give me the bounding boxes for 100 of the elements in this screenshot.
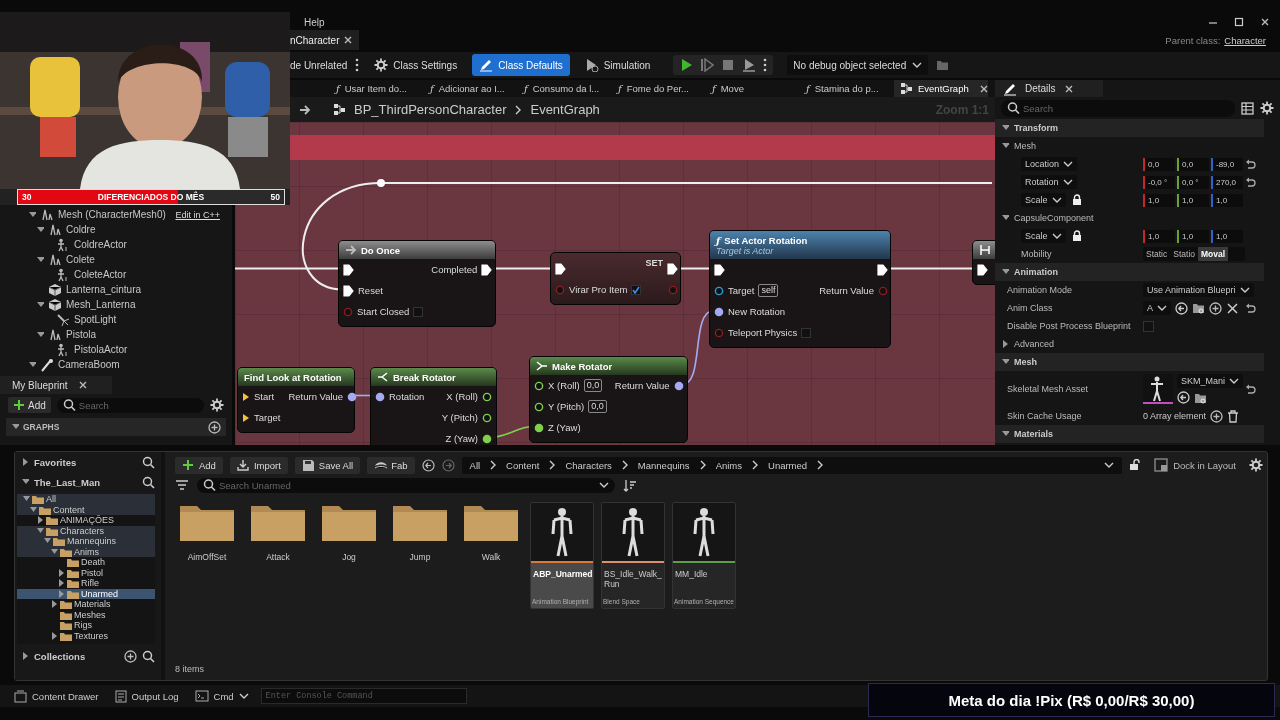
breadcrumb-link[interactable]: BP_ThirdPersonCharacter xyxy=(354,102,507,117)
category-title[interactable]: Mesh xyxy=(1014,357,1037,367)
chevron-down-icon[interactable] xyxy=(599,481,609,489)
tree-item[interactable]: Coldre xyxy=(66,224,96,235)
tree-item[interactable]: Colete xyxy=(66,254,95,265)
exec-pin-icon[interactable] xyxy=(876,263,888,276)
search-icon[interactable] xyxy=(142,475,155,489)
folder-tile[interactable]: Attack xyxy=(246,502,310,609)
pin-icon[interactable] xyxy=(242,412,250,423)
add-icon[interactable] xyxy=(1210,409,1224,423)
checkbox[interactable] xyxy=(801,327,812,338)
dropdown[interactable]: Use Animation Bluepri xyxy=(1143,283,1254,297)
pin-icon[interactable] xyxy=(375,391,385,402)
exec-pin-icon[interactable] xyxy=(343,263,354,276)
pin-icon[interactable] xyxy=(482,412,492,423)
parent-class-link[interactable]: Character xyxy=(1224,34,1266,46)
exec-pin-icon[interactable] xyxy=(343,284,354,297)
segment-option[interactable]: Static xyxy=(1143,247,1171,261)
add-icon[interactable] xyxy=(1209,301,1222,315)
folder-item[interactable]: Characters xyxy=(17,525,155,536)
folder-item[interactable]: All xyxy=(17,494,155,505)
category-title[interactable]: Animation xyxy=(1014,267,1058,277)
toolbar-button[interactable]: Simulation xyxy=(577,54,658,76)
pin-icon[interactable] xyxy=(534,422,544,433)
add-button[interactable]: Add xyxy=(8,397,51,413)
graph-canvas[interactable] xyxy=(235,122,995,445)
table-icon[interactable] xyxy=(1241,101,1254,115)
number-field[interactable]: 0,0 xyxy=(1143,157,1175,171)
expander-arrow-icon[interactable] xyxy=(58,589,65,598)
pin-icon[interactable] xyxy=(347,391,358,402)
checkbox[interactable] xyxy=(631,284,642,295)
path-crumb[interactable]: Content xyxy=(506,459,540,471)
number-field[interactable]: 1,0 xyxy=(1211,193,1243,207)
path-crumb[interactable]: Anims xyxy=(715,459,743,471)
graph-tab[interactable]: ƒ Adicionar ao I... xyxy=(424,80,518,97)
section-header[interactable]: Favorites xyxy=(34,456,77,468)
close-icon[interactable] xyxy=(77,380,88,390)
graph-tab[interactable]: EventGraph xyxy=(894,80,988,97)
panel-tab[interactable]: My Blueprint xyxy=(0,376,112,394)
graph-node[interactable]: Do Once Reset Start Closed Completed xyxy=(338,240,496,327)
number-field[interactable]: -89,0 xyxy=(1211,157,1243,171)
toolbar-button[interactable]: Class Defaults xyxy=(472,54,570,76)
reroute-knot[interactable] xyxy=(377,179,385,187)
expander-arrow-icon[interactable] xyxy=(51,600,58,609)
pin-icon[interactable] xyxy=(242,391,250,402)
path-crumb[interactable]: All xyxy=(469,459,481,471)
tree-item[interactable]: ColdreActor xyxy=(74,239,127,250)
folder-item[interactable]: Rifle xyxy=(17,578,155,589)
reset-icon[interactable] xyxy=(1245,159,1256,169)
use-selected-icon[interactable] xyxy=(1177,391,1190,404)
graph-tab[interactable]: ƒ Stamina do p... xyxy=(800,80,894,97)
folder-item[interactable]: Materials xyxy=(17,599,155,610)
expander-arrow-icon[interactable] xyxy=(58,579,65,588)
tree-item[interactable]: Mesh_Lanterna xyxy=(66,299,136,310)
use-selected-icon[interactable] xyxy=(1175,301,1188,315)
folder-item[interactable]: Mannequins xyxy=(17,536,155,547)
expander-arrow-icon[interactable] xyxy=(1001,339,1009,349)
folder-item[interactable]: Pistol xyxy=(17,567,155,578)
debug-dropdown[interactable]: No debug object selected xyxy=(787,55,929,75)
stop-icon[interactable] xyxy=(721,58,736,72)
number-field[interactable]: 270,0 xyxy=(1211,175,1243,189)
section-header[interactable]: GRAPHS xyxy=(23,422,60,432)
lock-icon[interactable] xyxy=(1129,459,1142,471)
checkbox[interactable] xyxy=(413,306,424,317)
tree-item[interactable]: SpotLight xyxy=(74,314,117,325)
segment-option[interactable]: Moval xyxy=(1198,247,1229,261)
checkbox[interactable] xyxy=(1143,320,1154,332)
forward-icon[interactable] xyxy=(441,458,455,472)
folder-tile[interactable]: AimOffSet xyxy=(175,502,239,609)
number-field[interactable]: 1,0 xyxy=(1177,193,1209,207)
number-field[interactable]: 0,0 xyxy=(1177,157,1209,171)
mesh-thumbnail[interactable] xyxy=(1143,374,1173,404)
output-log-button[interactable]: Output Log xyxy=(110,686,183,706)
pin-icon[interactable] xyxy=(673,380,684,391)
browse-icon[interactable] xyxy=(1192,302,1205,314)
graph-tab[interactable]: ƒ Move xyxy=(706,80,800,97)
search-field[interactable]: Search xyxy=(1001,99,1235,117)
tree-item[interactable]: CameraBoom xyxy=(58,359,120,370)
exec-pin-icon[interactable] xyxy=(714,263,725,276)
graph-node[interactable]: Break Rotator Rotation X (Roll) Y (Pitch) Z (Yaw) xyxy=(370,367,497,445)
expander-arrow-icon[interactable] xyxy=(44,537,51,546)
pin-icon[interactable] xyxy=(482,433,492,444)
settings-icon[interactable] xyxy=(1249,458,1263,472)
trash-icon[interactable] xyxy=(1227,409,1240,423)
expander-arrow-icon[interactable] xyxy=(21,457,29,467)
exec-pin-icon[interactable] xyxy=(666,262,678,275)
maximize-icon[interactable] xyxy=(1234,17,1244,27)
dock-button[interactable]: Dock in Layout xyxy=(1148,457,1242,473)
filter-icon[interactable] xyxy=(175,479,189,491)
panel-tab[interactable]: Details xyxy=(995,80,1103,97)
number-field[interactable]: 1,0 xyxy=(1143,229,1175,243)
toolbar-button[interactable]: Import xyxy=(229,456,288,474)
pin-icon[interactable] xyxy=(534,401,544,412)
expander-arrow-icon[interactable] xyxy=(37,516,44,525)
graph-node[interactable]: Make Rotator X (Roll) 0,0 Y (Pitch) 0,0 Z (Yaw) Return Value xyxy=(529,356,688,443)
eject-icon[interactable] xyxy=(742,58,757,72)
search-icon[interactable] xyxy=(142,649,155,663)
folder-item[interactable]: Meshes xyxy=(17,609,155,620)
number-field[interactable]: 1,0 xyxy=(1211,229,1243,243)
expander-arrow-icon[interactable] xyxy=(51,631,58,640)
